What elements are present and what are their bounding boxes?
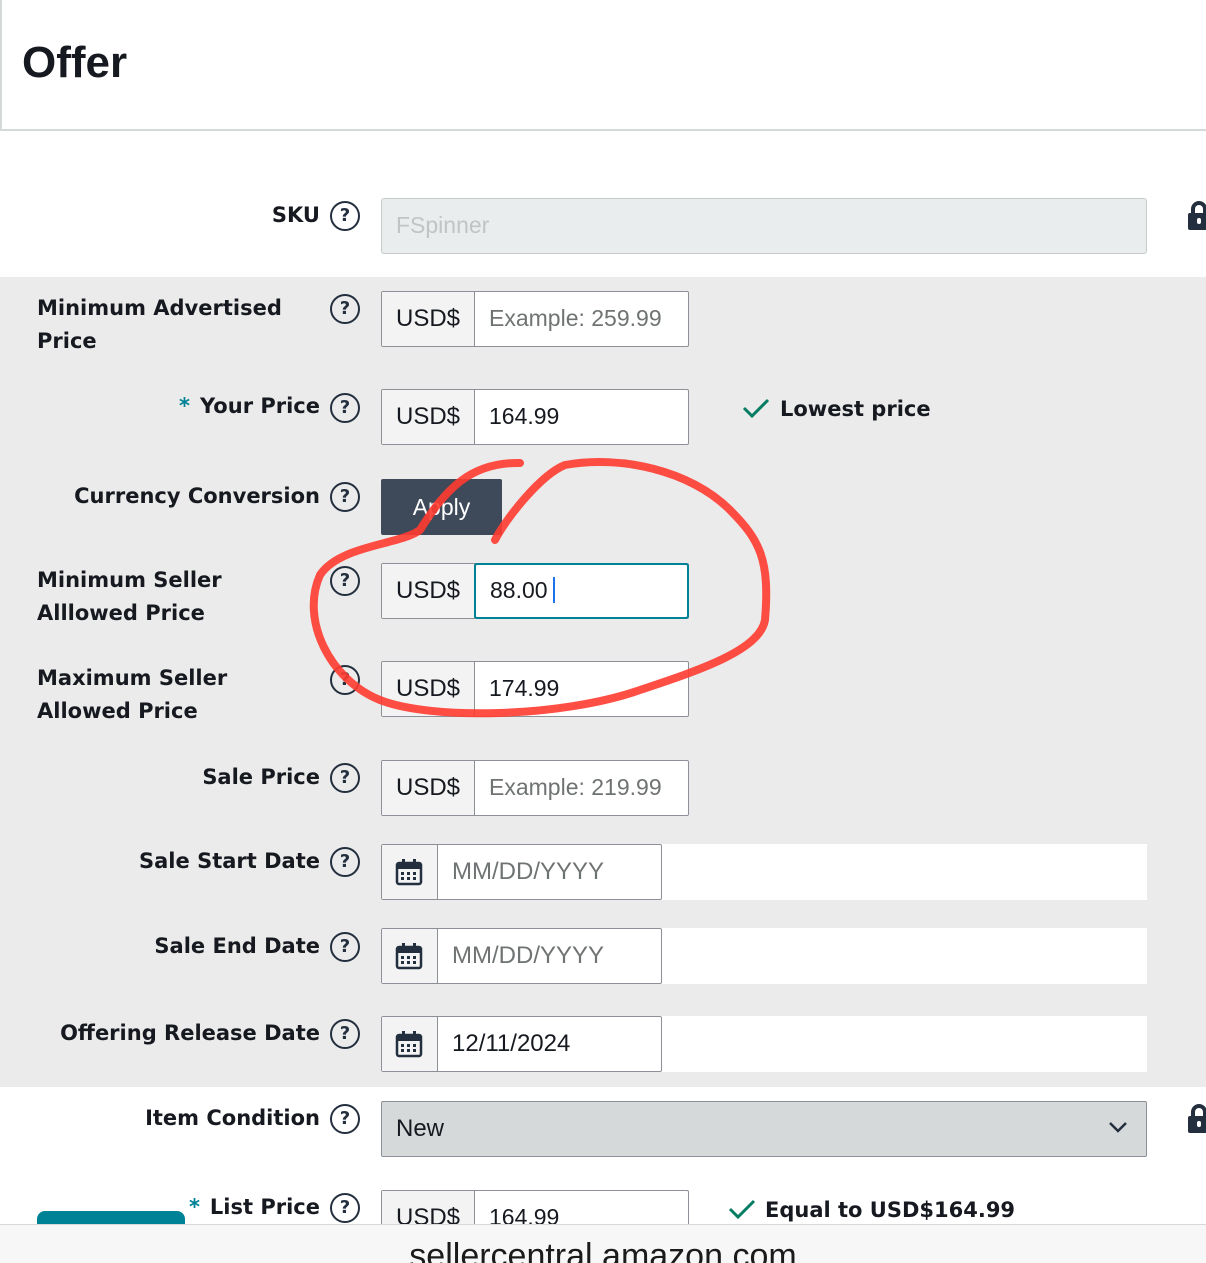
sku-lock-icon bbox=[1188, 201, 1206, 230]
sale-start-date-help-icon[interactable]: ? bbox=[330, 847, 360, 877]
currency-prefix: USD$ bbox=[382, 761, 475, 815]
sale-end-date-help-icon[interactable]: ? bbox=[330, 932, 360, 962]
checkmark-icon bbox=[728, 1199, 756, 1220]
required-mark: * bbox=[188, 1195, 200, 1219]
your-price-label-text: Your Price bbox=[200, 394, 320, 418]
map-price-label: Minimum Advertised Price bbox=[37, 296, 282, 353]
max-seller-price-help-icon[interactable]: ? bbox=[330, 665, 360, 695]
map-price-field[interactable]: USD$ Example: 259.99 bbox=[381, 291, 689, 347]
page-header: Offer bbox=[0, 0, 1206, 131]
sale-end-date-field[interactable]: MM/DD/YYYY bbox=[381, 928, 662, 984]
apply-button[interactable]: Apply bbox=[381, 479, 502, 535]
min-seller-price-field[interactable]: USD$ 88.00 bbox=[381, 563, 689, 619]
list-price-status: Equal to USD$164.99 bbox=[765, 1198, 1016, 1222]
sale-price-help-icon[interactable]: ? bbox=[330, 763, 360, 793]
sku-help-icon[interactable]: ? bbox=[330, 201, 360, 231]
release-date-field[interactable]: 12/11/2024 bbox=[381, 1016, 662, 1072]
sale-price-label: Sale Price bbox=[202, 765, 320, 789]
sku-field: FSpinner bbox=[381, 198, 1147, 254]
currency-prefix: USD$ bbox=[382, 292, 475, 346]
text-caret bbox=[552, 576, 555, 603]
page-title: Offer bbox=[22, 38, 128, 87]
your-price-status: Lowest price bbox=[780, 397, 931, 421]
sale-price-field[interactable]: USD$ Example: 219.99 bbox=[381, 760, 689, 816]
currency-conversion-label: Currency Conversion bbox=[74, 484, 320, 508]
release-date-help-icon[interactable]: ? bbox=[330, 1019, 360, 1049]
your-price-label: * Your Price bbox=[0, 390, 320, 423]
list-price-label-text: List Price bbox=[209, 1195, 320, 1219]
min-seller-price-value: 88.00 bbox=[490, 577, 548, 603]
currency-conversion-help-icon[interactable]: ? bbox=[330, 482, 360, 512]
sale-start-date-field[interactable]: MM/DD/YYYY bbox=[381, 844, 662, 900]
item-condition-select[interactable]: New bbox=[381, 1101, 1147, 1157]
sale-end-date-label: Sale End Date bbox=[154, 934, 320, 958]
checkmark-icon bbox=[742, 398, 770, 419]
currency-prefix: USD$ bbox=[382, 390, 475, 444]
max-seller-price-field[interactable]: USD$ 174.99 bbox=[381, 661, 689, 717]
your-price-field[interactable]: USD$ 164.99 bbox=[381, 389, 689, 445]
max-seller-price-input[interactable]: 174.99 bbox=[475, 662, 688, 716]
sale-end-date-input[interactable]: MM/DD/YYYY bbox=[438, 929, 661, 983]
item-condition-help-icon[interactable]: ? bbox=[330, 1104, 360, 1134]
list-price-help-icon[interactable]: ? bbox=[330, 1193, 360, 1223]
min-seller-price-help-icon[interactable]: ? bbox=[330, 566, 360, 596]
min-seller-price-input[interactable]: 88.00 bbox=[474, 563, 689, 619]
chevron-down-icon bbox=[1109, 1122, 1127, 1133]
calendar-icon[interactable] bbox=[382, 929, 438, 983]
map-price-input[interactable]: Example: 259.99 bbox=[475, 292, 688, 346]
sale-start-date-label: Sale Start Date bbox=[139, 849, 320, 873]
browser-url-bar[interactable]: sellercentral.amazon.com bbox=[0, 1224, 1206, 1263]
your-price-input[interactable]: 164.99 bbox=[475, 390, 688, 444]
calendar-icon[interactable] bbox=[382, 1017, 438, 1071]
min-seller-price-label: Minimum Seller Alllowed Price bbox=[37, 568, 222, 625]
required-mark: * bbox=[179, 394, 191, 418]
sale-price-input[interactable]: Example: 219.99 bbox=[475, 761, 688, 815]
release-date-input[interactable]: 12/11/2024 bbox=[438, 1017, 661, 1071]
item-condition-lock-icon bbox=[1188, 1104, 1206, 1133]
sku-label: SKU bbox=[271, 203, 320, 227]
currency-prefix: USD$ bbox=[382, 662, 475, 716]
item-condition-label: Item Condition bbox=[145, 1106, 320, 1130]
map-price-help-icon[interactable]: ? bbox=[330, 294, 360, 324]
calendar-icon[interactable] bbox=[382, 845, 438, 899]
your-price-help-icon[interactable]: ? bbox=[330, 393, 360, 423]
item-condition-value: New bbox=[396, 1115, 445, 1142]
sale-start-date-input[interactable]: MM/DD/YYYY bbox=[438, 845, 661, 899]
release-date-label: Offering Release Date bbox=[60, 1021, 320, 1045]
url-text: sellercentral.amazon.com bbox=[409, 1237, 797, 1263]
max-seller-price-label: Maximum Seller Allowed Price bbox=[37, 666, 228, 723]
currency-prefix: USD$ bbox=[382, 564, 475, 618]
